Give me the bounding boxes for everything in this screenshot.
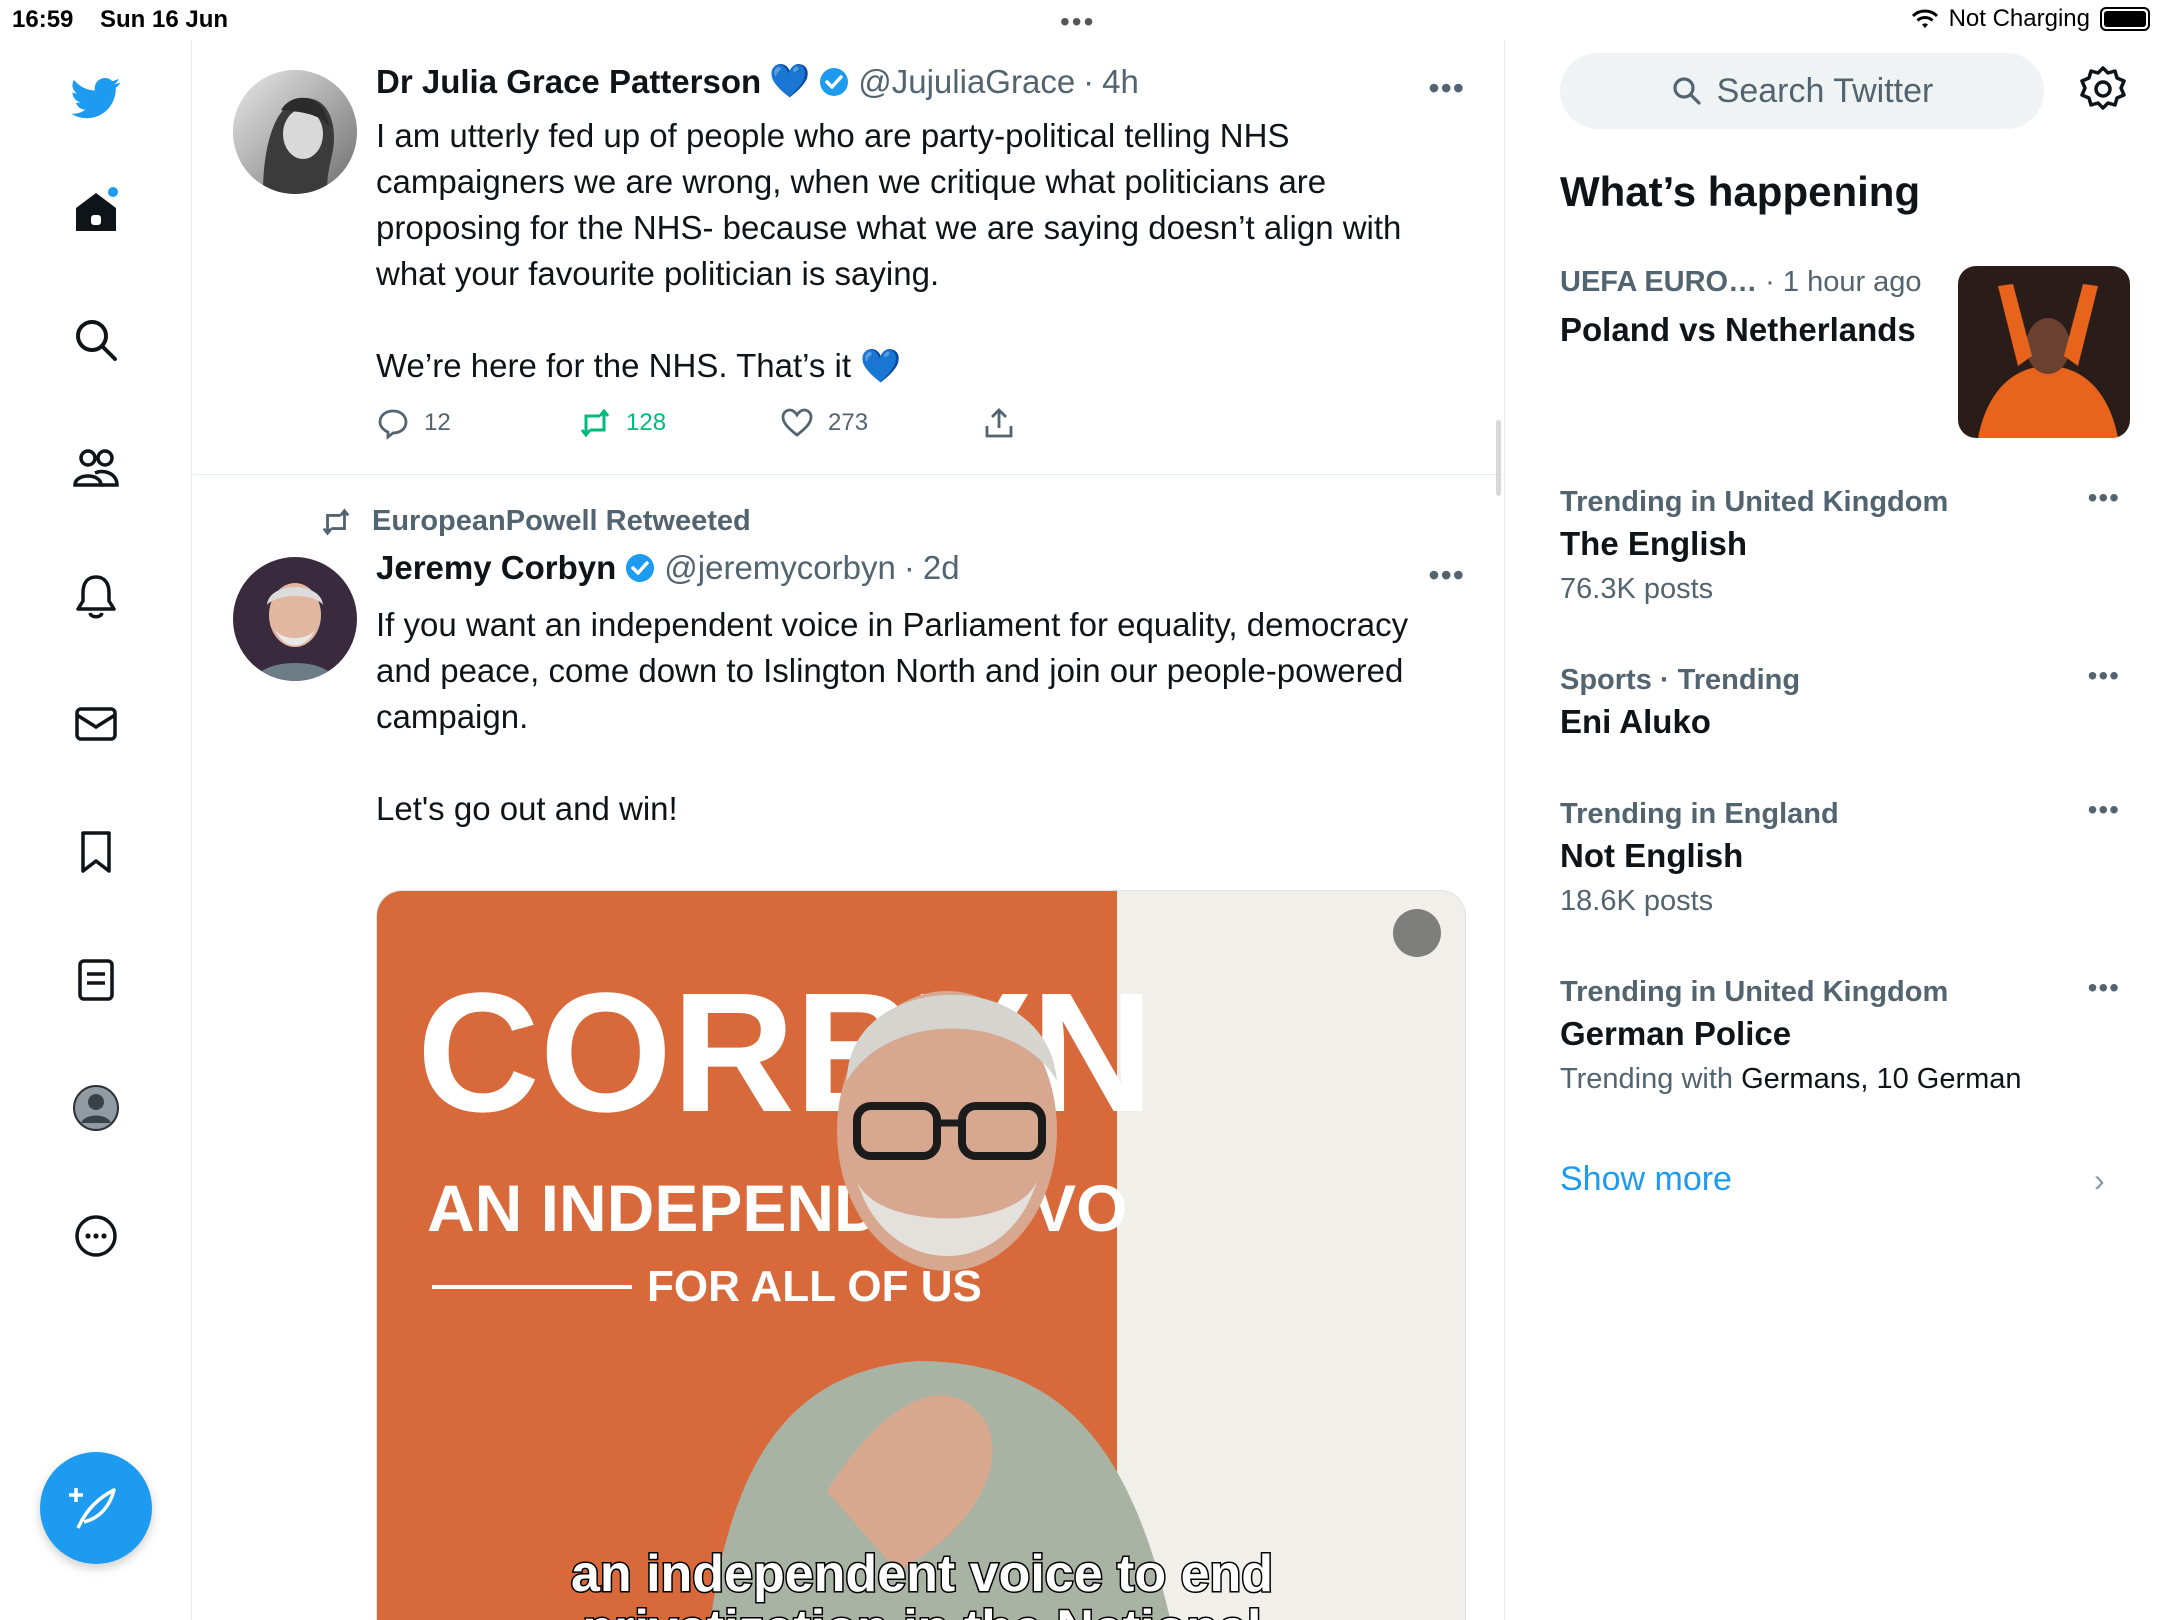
notifications-bell-icon[interactable] [66,566,126,626]
wifi-icon [1911,9,1938,28]
trend-meta: Trending in United Kingdom [1560,486,1949,518]
search-icon [1673,77,1701,105]
share-icon [985,408,1013,438]
trend-item[interactable]: Sports · Trending Eni Aluko ••• [1560,660,2120,743]
featured-time: · 1 hour ago [1765,266,1922,298]
trend-item[interactable]: Trending in England Not English 18.6K po… [1560,794,2120,918]
status-right: Not Charging [1911,5,2150,33]
search-icon[interactable] [66,310,126,370]
video-frame: CORBYN AN INDEPENDENT VO FOR ALL OF US a… [377,891,1465,1620]
trend-more-button[interactable]: ••• [2088,794,2120,826]
trend-count: 18.6K posts [1560,885,1714,917]
compose-feather-icon [69,1488,116,1529]
twitter-logo-icon[interactable] [66,68,126,128]
scrollbar[interactable] [1496,420,1501,496]
verified-badge-icon [626,554,655,582]
settings-gear-icon[interactable] [2078,64,2128,114]
author-handle[interactable]: @jeremycorbyn [664,549,896,587]
search-input[interactable]: Search Twitter [1560,53,2044,129]
more-options-icon[interactable] [66,1206,126,1266]
trend-more-button[interactable]: ••• [2088,660,2120,692]
trend-count: 76.3K posts [1560,573,1714,605]
reply-button[interactable]: 12 [376,406,578,440]
tweet-header: Jeremy Corbyn @jeremycorbyn · 2d [376,549,960,587]
trend-more-button[interactable]: ••• [2088,972,2120,1004]
multitasking-dots[interactable]: ••• [1060,6,1095,38]
tweet-more-button[interactable]: ••• [1428,557,1465,594]
share-button[interactable] [982,406,1184,440]
trend-item[interactable]: Trending in United Kingdom German Police… [1560,972,2120,1096]
tweet-divider [193,474,1504,475]
tweet-video[interactable]: CORBYN AN INDEPENDENT VO FOR ALL OF US a… [376,890,1466,1620]
right-sidebar: Search Twitter What’s happening UEFA EUR… [1506,40,2160,1620]
communities-icon[interactable] [66,438,126,498]
left-navigation [0,40,192,1620]
battery-icon [2100,7,2150,31]
home-timeline: Dr Julia Grace Patterson 💙 @JujuliaGrace… [193,40,1505,1620]
featured-category: UEFA EURO… [1560,266,1758,298]
trend-meta: Trending in United Kingdom [1560,976,1949,1008]
avatar[interactable] [233,557,357,681]
status-time: 16:59 [12,6,74,33]
trend-title: Not English [1560,837,1744,874]
bookmark-icon[interactable] [66,822,126,882]
avatar[interactable] [233,70,357,194]
author-name[interactable]: Jeremy Corbyn [376,549,616,587]
dot-separator: · [903,549,915,586]
trend-meta: Sports · Trending [1560,664,1801,696]
tweet-text: I am utterly fed up of people who are pa… [376,117,1402,384]
home-icon[interactable] [66,182,126,242]
reply-count: 12 [424,409,451,436]
heart-icon [781,408,813,437]
retweet-count: 128 [626,409,667,436]
tweet-time[interactable]: 2d [923,549,960,587]
featured-thumbnail [1958,266,2130,438]
reply-icon [378,409,408,440]
status-bar: 16:59 Sun 16 Jun ••• Not Charging [0,0,2160,40]
featured-title: Poland vs Netherlands [1560,311,1916,348]
trend-item[interactable]: Trending in United Kingdom The English 7… [1560,482,2120,606]
messages-envelope-icon[interactable] [66,694,126,754]
whats-happening-heading: What’s happening [1560,168,1921,215]
tweet-actions: 12 128 273 [376,406,1184,440]
video-caption-line1: an independent voice to end [571,1545,1273,1603]
trend-with-label: Trending with [1560,1063,1734,1095]
search-placeholder: Search Twitter [1716,71,1934,110]
retweet-small-icon [322,507,350,536]
retweet-icon [580,408,610,438]
tweet-time[interactable]: 4h [1102,63,1139,101]
chevron-right-icon: › [2094,1162,2105,1198]
retweeted-by: EuropeanPowell Retweeted [318,505,751,538]
dot-separator: · [1083,62,1095,100]
battery-status: Not Charging [1948,5,2090,32]
author-handle[interactable]: @JujuliaGrace [858,63,1075,101]
heart-emoji: 💙 [769,62,811,99]
profile-avatar-icon[interactable] [66,1078,126,1138]
trend-related: Trending with Germans, 10 German [1560,1063,2120,1096]
featured-trend[interactable]: UEFA EURO… · 1 hour ago Poland vs Nether… [1560,266,2130,446]
author-name[interactable]: Dr Julia Grace Patterson [376,63,761,101]
like-count: 273 [828,409,869,436]
retweet-button[interactable]: 128 [578,406,780,440]
video-caption-line2: privatization in the National [583,1600,1262,1620]
trend-title: Eni Aluko [1560,703,1711,740]
trend-meta: Trending in England [1560,798,1839,830]
compose-tweet-button[interactable] [40,1452,152,1564]
tweet-more-button[interactable]: ••• [1428,70,1465,107]
verified-badge-icon [820,67,849,96]
lists-icon[interactable] [66,950,126,1010]
retweeted-by-label[interactable]: EuropeanPowell Retweeted [372,505,751,538]
trend-title: German Police [1560,1015,1792,1052]
trend-with-terms[interactable]: Germans, 10 German [1741,1063,2021,1095]
tweet-text: If you want an independent voice in Parl… [376,606,1409,827]
status-date: Sun 16 Jun [100,6,229,33]
show-more-link[interactable]: Show more [1560,1160,1732,1199]
like-button[interactable]: 273 [780,406,982,440]
trend-more-button[interactable]: ••• [2088,482,2120,514]
trend-title: The English [1560,525,1748,562]
tweet-header: Dr Julia Grace Patterson 💙 @JujuliaGrace… [376,62,1139,101]
